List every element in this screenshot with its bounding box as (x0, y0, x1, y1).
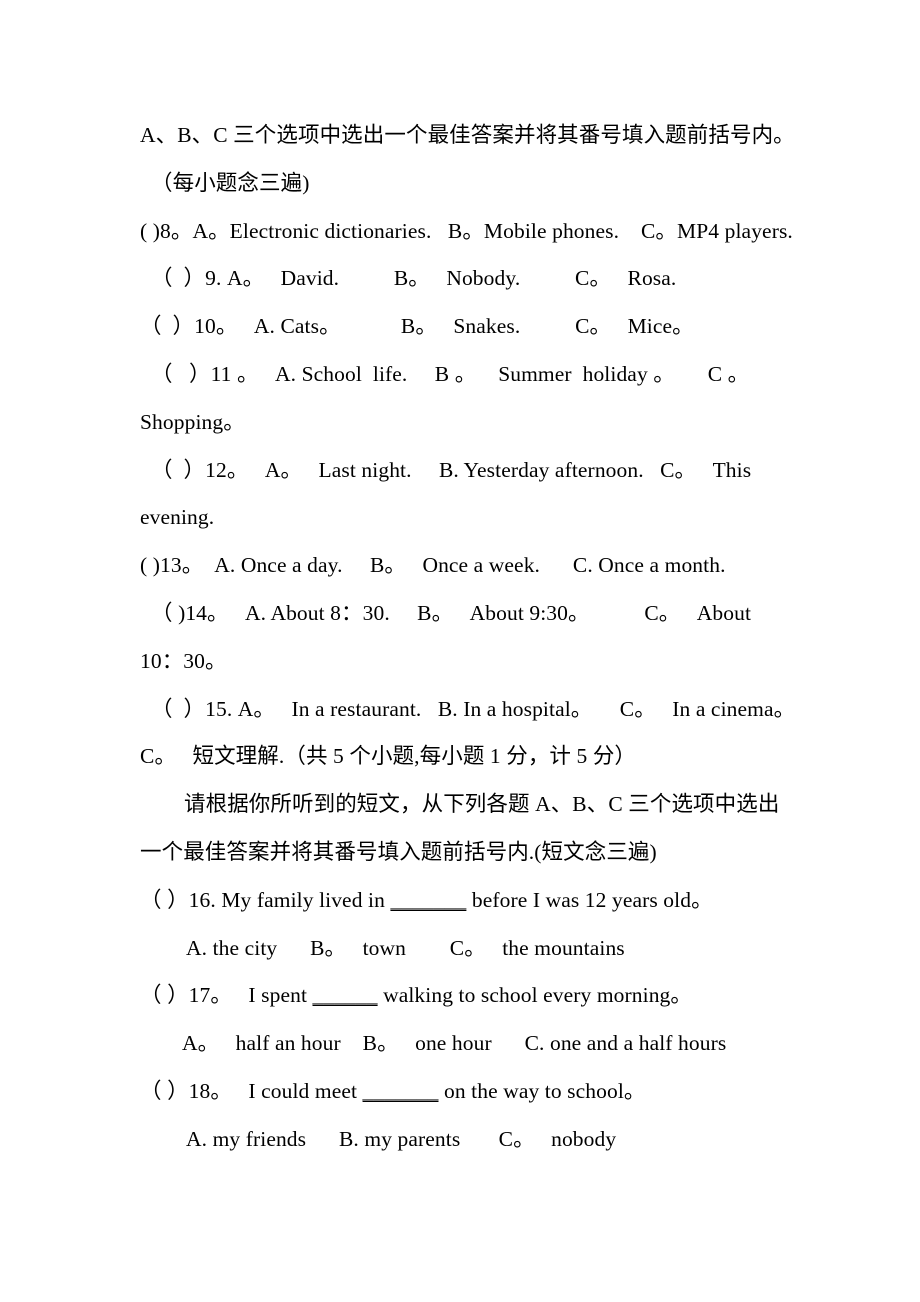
instruction-line-2: （每小题念三遍) (151, 170, 310, 195)
question-9: （ ）9. A。 David. B。 Nobody. C。 Rosa. (151, 266, 677, 291)
question-8: ( )8。A。Electronic dictionaries. B。Mobile… (140, 218, 793, 243)
question-14: （ )14。 A. About 8：30. B。 About 9:30。 C。 … (151, 600, 752, 625)
question-11: （ ）11 。 A. School life. B 。 Summer holid… (151, 361, 750, 386)
question-12-wrap: evening. (140, 505, 215, 530)
question-17: （ ）17。 I spent ______ walking to school … (140, 972, 812, 1020)
question-11-wrap: Shopping。 (140, 409, 245, 434)
question-17-stem: （ ）17。 I spent (140, 983, 313, 1008)
question-18-blank: _______ (362, 1078, 439, 1103)
instruction-line-1: A、B、C 三个选项中选出一个最佳答案并将其番号填入题前括号内。 (140, 123, 795, 147)
question-18-stem: （ ）18。 I could meet (140, 1078, 363, 1103)
question-16-options: A. the city B。 town C。 the mountains (186, 935, 625, 960)
question-10: （ ）10。 A. Cats。 B。 Snakes. C。 Mice。 (140, 314, 694, 339)
section-c-instruction-2: 一个最佳答案并将其番号填入题前括号内.(短文念三遍) (140, 839, 657, 864)
question-15: （ ）15. A。 In a restaurant. B. In a hospi… (151, 696, 796, 721)
question-16: （ ）16. My family lived in _______ before… (140, 877, 812, 925)
question-18: （ ）18。 I could meet _______ on the way t… (140, 1068, 812, 1116)
document-text-block: A、B、C 三个选项中选出一个最佳答案并将其番号填入题前括号内。 （每小题念三遍… (140, 112, 812, 1164)
question-14-wrap: 10：30。 (140, 648, 227, 673)
question-18-tail: on the way to school。 (438, 1078, 646, 1103)
question-12: （ ）12。 A。 Last night. B. Yesterday after… (151, 457, 752, 482)
question-17-blank: ______ (312, 983, 378, 1008)
question-16-tail: before I was 12 years old。 (466, 887, 713, 912)
question-16-stem: （ ）16. My family lived in (140, 887, 391, 912)
section-c-instruction-1: 请根据你所听到的短文，从下列各题 A、B、C 三个选项中选出 (184, 792, 780, 817)
question-17-tail: walking to school every morning。 (377, 983, 693, 1008)
section-c-heading: C。 短文理解.（共 5 个小题,每小题 1 分，计 5 分） (140, 744, 637, 769)
question-17-options: A。 half an hour B。 one hour C. one and a… (182, 1031, 727, 1056)
question-18-options: A. my friends B. my parents C。 nobody (186, 1126, 617, 1151)
exam-page: A、B、C 三个选项中选出一个最佳答案并将其番号填入题前括号内。 （每小题念三遍… (0, 0, 920, 1302)
question-13: ( )13。 A. Once a day. B。 Once a week. C.… (140, 553, 726, 578)
question-16-blank: _______ (390, 887, 467, 912)
